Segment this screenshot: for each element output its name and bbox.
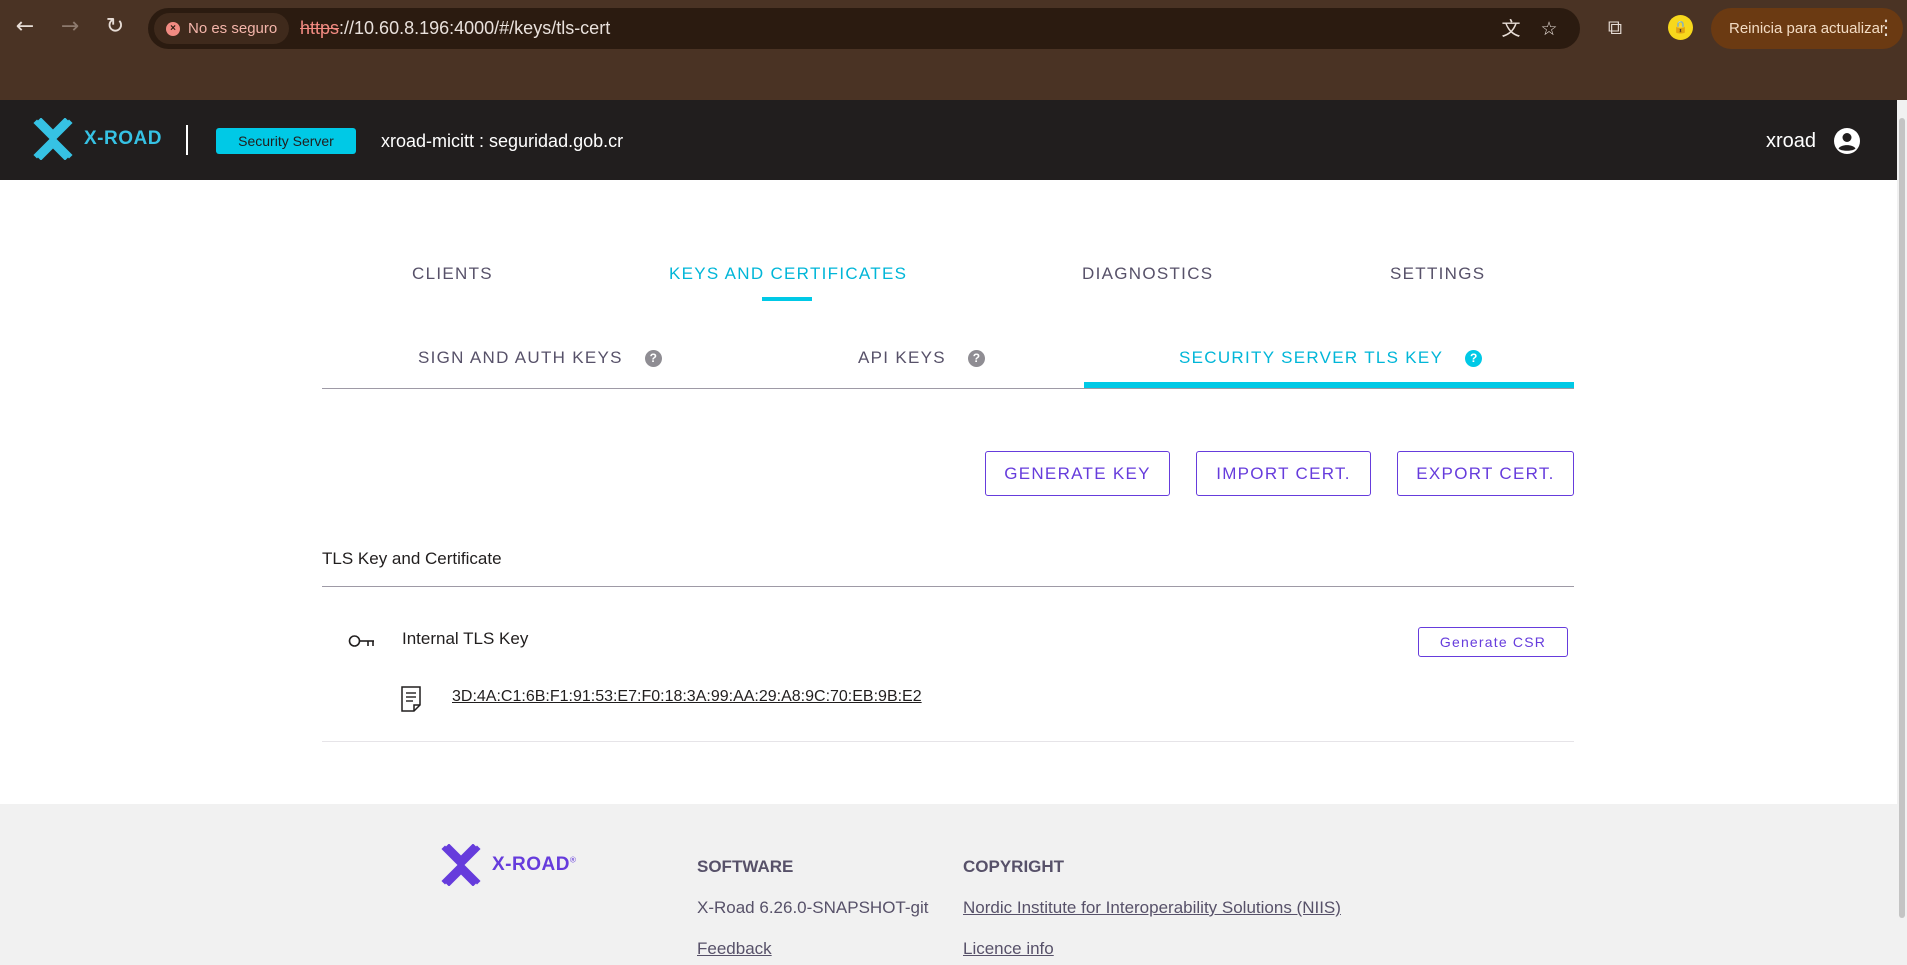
certificate-hash-link[interactable]: 3D:4A:C1:6B:F1:91:53:E7:F0:18:3A:99:AA:2… (452, 686, 922, 708)
scrollbar-thumb[interactable] (1899, 118, 1905, 918)
footer-copyright-heading: COPYRIGHT (963, 857, 1065, 876)
footer-niis-link[interactable]: Nordic Institute for Interoperability So… (963, 897, 1341, 919)
footer: X-ROAD® SOFTWARE X-Road 6.26.0-SNAPSHOT-… (0, 804, 1897, 965)
tab-clients[interactable]: CLIENTS (412, 262, 493, 286)
app-header: X-ROAD Security Server xroad-micitt : se… (0, 100, 1897, 180)
row-divider (322, 741, 1574, 742)
url-text[interactable]: https://10.60.8.196:4000/#/keys/tls-cert (300, 8, 610, 49)
footer-software-version: X-Road 6.26.0-SNAPSHOT-git (697, 898, 929, 917)
key-icon (348, 635, 374, 647)
help-icon[interactable]: ? (1465, 349, 1483, 367)
tab-diagnostics[interactable]: DIAGNOSTICS (1082, 262, 1213, 286)
forward-icon[interactable]: → (55, 12, 85, 42)
subtab-security-server-tls-key[interactable]: SECURITY SERVER TLS KEY ? (1179, 346, 1483, 370)
user-menu-label[interactable]: xroad (1766, 126, 1816, 156)
subtab-label: API KEYS (858, 348, 946, 367)
account-circle-icon[interactable] (1833, 127, 1861, 155)
header-divider (186, 125, 188, 155)
subtab-divider (322, 388, 1574, 389)
generate-csr-button[interactable]: Generate CSR (1418, 627, 1568, 657)
back-icon[interactable]: ← (10, 12, 40, 42)
help-icon[interactable]: ? (644, 349, 662, 367)
logo-text: X-ROAD (84, 128, 162, 149)
footer-logo: X-ROAD® (440, 844, 576, 886)
certificate-icon (401, 686, 421, 712)
security-chip-label: No es seguro (188, 20, 278, 37)
xroad-logo-icon (33, 118, 73, 160)
section-divider (322, 586, 1574, 587)
export-cert-button[interactable]: EXPORT CERT. (1397, 451, 1574, 496)
browser-menu-icon[interactable]: ⋮ (1876, 12, 1896, 42)
profile-avatar-icon[interactable]: 🔒 (1668, 15, 1693, 40)
section-title: TLS Key and Certificate (322, 549, 502, 568)
footer-logo-label: X-ROAD (492, 854, 570, 875)
security-chip[interactable]: × No es seguro (154, 13, 290, 44)
warning-icon: × (166, 21, 180, 36)
server-name: xroad-micitt : seguridad.gob.cr (381, 131, 624, 151)
help-icon[interactable]: ? (967, 349, 985, 367)
subtab-sign-and-auth-keys[interactable]: SIGN AND AUTH KEYS ? (418, 346, 662, 370)
footer-licence-link[interactable]: Licence info (963, 938, 1054, 960)
tab-keys-and-certificates[interactable]: KEYS AND CERTIFICATES (669, 262, 907, 286)
reload-icon[interactable]: ↻ (100, 12, 130, 42)
subtab-label: SECURITY SERVER TLS KEY (1179, 348, 1444, 367)
import-cert-button[interactable]: IMPORT CERT. (1196, 451, 1371, 496)
footer-xroad-logo-icon (441, 844, 481, 886)
footer-feedback-link[interactable]: Feedback (697, 938, 772, 960)
extensions-icon[interactable]: ⧉ (1600, 12, 1630, 42)
tab-settings[interactable]: SETTINGS (1390, 262, 1485, 286)
tls-key-name: Internal TLS Key (402, 629, 529, 648)
translate-icon[interactable]: 文 (1498, 16, 1524, 42)
address-bar[interactable]: × No es seguro https://10.60.8.196:4000/… (148, 8, 1580, 49)
url-scheme: https (300, 18, 340, 38)
subtab-label: SIGN AND AUTH KEYS (418, 348, 623, 367)
subtab-api-keys[interactable]: API KEYS ? (858, 346, 985, 370)
generate-key-button[interactable]: GENERATE KEY (985, 451, 1170, 496)
active-subtab-indicator (1084, 382, 1574, 388)
browser-toolbar: ← → ↻ × No es seguro https://10.60.8.196… (0, 0, 1907, 100)
url-path: ://10.60.8.196:4000/#/keys/tls-cert (339, 18, 611, 38)
footer-logo-text: X-ROAD® (492, 854, 577, 875)
xroad-logo[interactable]: X-ROAD (32, 118, 162, 160)
footer-software-heading: SOFTWARE (697, 857, 794, 876)
update-button[interactable]: Reinicia para actualizar (1711, 8, 1903, 49)
active-tab-indicator (762, 297, 812, 301)
star-icon[interactable]: ☆ (1536, 16, 1562, 42)
security-server-badge: Security Server (216, 128, 356, 154)
